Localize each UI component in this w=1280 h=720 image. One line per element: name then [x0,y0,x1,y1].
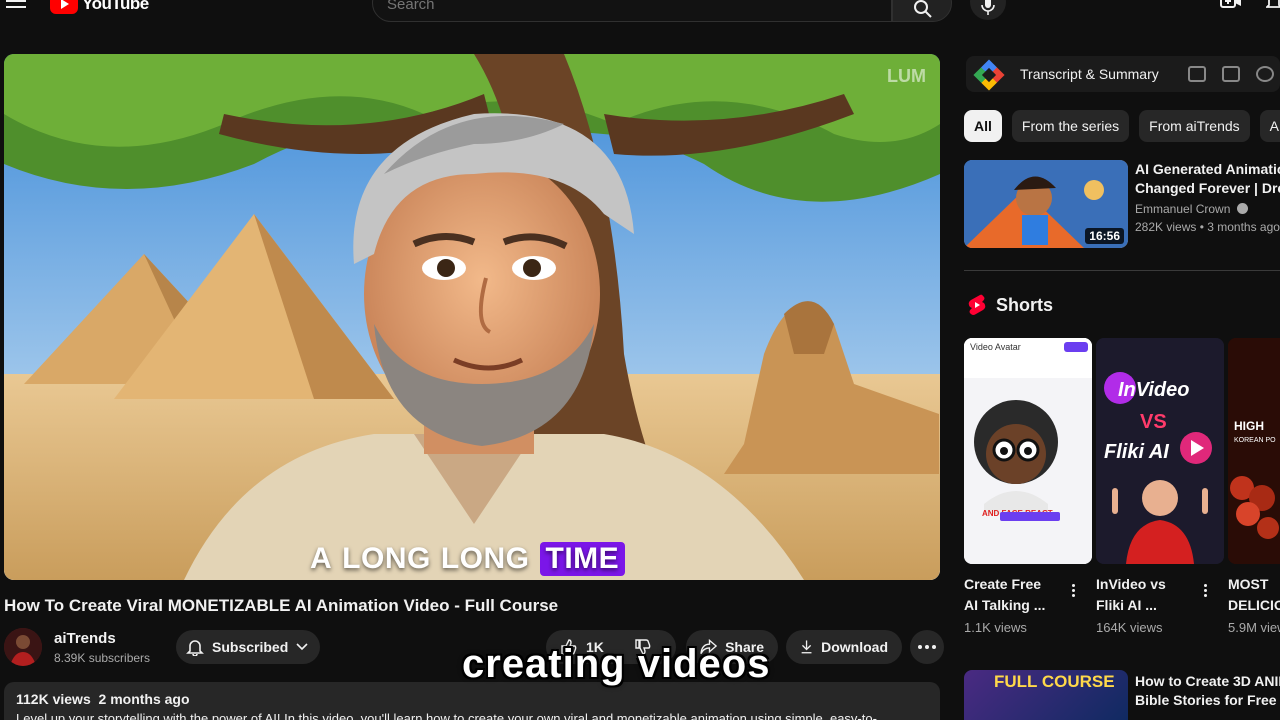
svg-text:KOREAN PO: KOREAN PO [1234,437,1276,444]
short-title: MOST DELICIOU [1228,576,1280,613]
thumbnail-badge: FULL COURSE [994,672,1115,691]
short-menu-icon[interactable] [1204,582,1208,599]
short-views: 5.9M views [1228,620,1280,635]
burned-in-subtitle: creating videos [462,642,771,686]
chip-all[interactable]: All [964,110,1002,142]
filter-chips: All From the series From aiTrends AI [964,110,1280,142]
download-label: Download [821,639,888,655]
view-count: 112K views [16,691,91,707]
recommended-channel-name[interactable]: Emmanuel Crown [1135,202,1248,216]
svg-text:Fliki AI: Fliki AI [1104,441,1169,463]
voice-search-button[interactable] [970,0,1006,20]
subscribed-label: Subscribed [212,639,289,655]
notifications-icon[interactable] [1266,0,1280,10]
short-thumbnail[interactable]: Video Avatar AND FACE REACT [964,338,1092,564]
recommended-video-meta: 282K views • 3 months ago [1135,220,1280,234]
search-input[interactable] [387,0,867,13]
chip-from-channel[interactable]: From aiTrends [1139,110,1250,142]
channel-name[interactable]: aiTrends [54,630,116,647]
section-divider [964,270,1280,271]
short-thumbnail[interactable]: HIGH KOREAN PO [1228,338,1280,564]
download-button[interactable]: Download [786,630,902,664]
transcript-extension-bar[interactable]: Transcript & Summary [966,56,1280,92]
svg-text:VS: VS [1140,411,1167,433]
extension-logo-icon [973,59,1005,91]
top-bar: YouTube [0,0,1280,26]
create-video-icon[interactable] [1220,0,1242,10]
bell-icon [186,640,204,656]
video-caption: A LONG LONG TIME [310,542,626,576]
description-box[interactable]: 112K views 2 months ago Level up your st… [4,682,940,720]
search-box[interactable] [372,0,892,22]
youtube-logo[interactable]: YouTube [50,0,149,14]
verified-icon [1236,203,1248,214]
short-views: 164K views [1096,620,1163,635]
robot-icon[interactable] [1188,66,1206,82]
video-frame [4,54,940,580]
openai-icon[interactable] [1256,66,1274,82]
logo-text: YouTube [82,0,149,13]
channel-avatar[interactable] [4,628,42,666]
youtube-play-icon [50,0,78,14]
download-icon [801,640,812,654]
svg-text:Video Avatar: Video Avatar [970,342,1021,352]
extension-title: Transcript & Summary [1020,66,1159,82]
short-menu-icon[interactable] [1072,582,1076,599]
shorts-heading: Shorts [968,294,1053,316]
short-thumbnail-image: InVideo VS Fliki AI [1096,338,1224,564]
search-icon [914,0,932,18]
more-horizontal-icon [918,645,936,649]
video-duration: 16:56 [1085,228,1124,244]
chip-from-series[interactable]: From the series [1011,110,1130,142]
caption-word: LONG [440,542,530,575]
short-title: InVideo vs Fliki AI ... [1096,576,1166,613]
more-actions-button[interactable] [910,630,944,664]
caption-word: LONG [342,542,431,575]
shorts-label: Shorts [996,294,1054,315]
recommended-video-title: AI Generated Animation Changed Forever |… [1135,161,1280,196]
video-title: How To Create Viral MONETIZABLE AI Anima… [4,596,559,615]
short-thumbnail-image: HIGH KOREAN PO [1228,338,1280,564]
upload-date: 2 months ago [98,691,190,707]
svg-text:InVideo: InVideo [1118,379,1189,401]
microphone-icon [981,0,995,15]
svg-text:HIGH: HIGH [1234,419,1264,433]
description-text: Level up your storytelling with the powe… [16,711,877,720]
recommended-video-title[interactable]: How to Create 3D ANIMA Bible Stories for… [1135,672,1280,710]
caption-highlight-word: TIME [539,542,626,576]
menu-icon[interactable] [6,0,26,12]
chip-ai[interactable]: AI [1259,110,1280,142]
video-thumbnail[interactable]: FULL COURSE [964,670,1128,720]
channel-subscriber-count: 8.39K subscribers [54,651,151,665]
search-button[interactable] [892,0,952,22]
short-thumbnail-image: Video Avatar AND FACE REACT [964,338,1092,564]
document-icon[interactable] [1222,66,1240,82]
subscribed-button[interactable]: Subscribed [176,630,320,664]
caption-word: A [310,542,333,575]
short-views: 1.1K views [964,620,1027,635]
channel-watermark: LUM [887,66,926,86]
short-thumbnail[interactable]: InVideo VS Fliki AI [1096,338,1224,564]
chevron-down-icon [296,643,308,651]
video-thumbnail[interactable]: 16:56 [964,160,1128,248]
shorts-logo-icon [968,294,986,315]
avatar-image [4,628,42,666]
short-title: Create Free AI Talking ... [964,576,1046,613]
video-player[interactable]: LUM A LONG LONG TIME [4,54,940,580]
